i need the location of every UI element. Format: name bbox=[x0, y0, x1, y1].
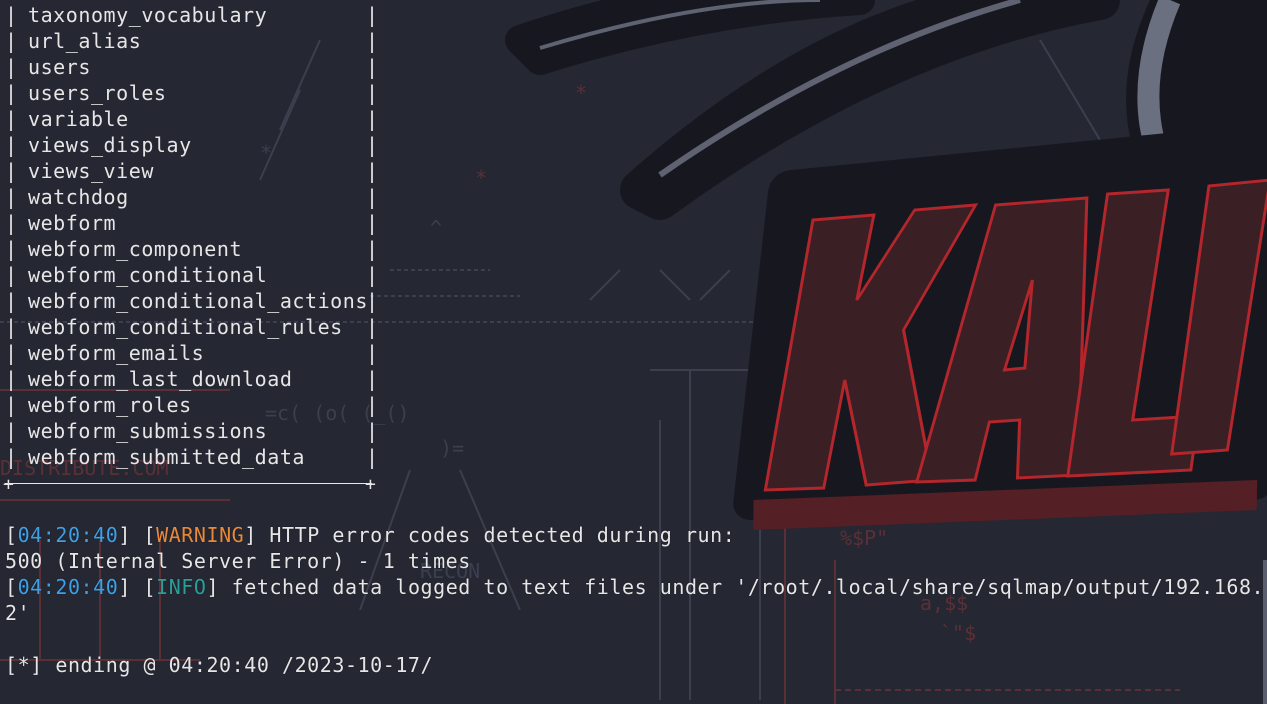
table-pipe-right: | bbox=[366, 289, 379, 313]
table-pipe-right: | bbox=[366, 419, 379, 443]
table-cell-name: url_alias bbox=[28, 29, 142, 53]
table-pipe-left: | bbox=[5, 81, 18, 105]
table-pipe-left: | bbox=[5, 289, 18, 313]
log-line-error-count: 500 (Internal Server Error) - 1 times bbox=[5, 549, 471, 573]
table-row: | variable | bbox=[0, 106, 380, 132]
table-pipe-right: | bbox=[366, 237, 379, 261]
table-cell-name: users bbox=[28, 55, 91, 79]
table-cell-name: webform_conditional bbox=[28, 263, 268, 287]
table-pipe-left: | bbox=[5, 341, 18, 365]
table-pipe-right: | bbox=[366, 107, 379, 131]
table-pipe-right: | bbox=[366, 445, 379, 469]
table-row: | users | bbox=[0, 54, 380, 80]
terminal-scrollbar[interactable] bbox=[1263, 560, 1267, 704]
table-pipe-right: | bbox=[366, 185, 379, 209]
table-pipe-left: | bbox=[5, 3, 18, 27]
table-pipe-left: | bbox=[5, 185, 18, 209]
table-pipe-left: | bbox=[5, 107, 18, 131]
table-row: | views_display | bbox=[0, 132, 380, 158]
table-row: | watchdog | bbox=[0, 184, 380, 210]
table-cell-name: variable bbox=[28, 107, 129, 131]
table-pipe-left: | bbox=[5, 393, 18, 417]
table-pipe-left: | bbox=[5, 419, 18, 443]
table-pipe-right: | bbox=[366, 133, 379, 157]
table-pipe-right: | bbox=[366, 315, 379, 339]
table-pipe-right: | bbox=[366, 341, 379, 365]
table-pipe-right: | bbox=[366, 3, 379, 27]
table-pipe-right: | bbox=[366, 263, 379, 287]
table-pipe-right: | bbox=[366, 81, 379, 105]
table-pipe-left: | bbox=[5, 367, 18, 391]
table-cell-name: webform_last_download bbox=[28, 367, 293, 391]
table-row: | webform_emails | bbox=[0, 340, 380, 366]
table-row: | webform_last_download | bbox=[0, 366, 380, 392]
table-row: | webform_roles | bbox=[0, 392, 380, 418]
table-cell-name: users_roles bbox=[28, 81, 167, 105]
log-line-ending: [*] ending @ 04:20:40 /2023-10-17/ bbox=[5, 653, 434, 677]
table-row: | webform | bbox=[0, 210, 380, 236]
table-pipe-right: | bbox=[366, 159, 379, 183]
log-line-info-wrap: 2' bbox=[5, 601, 31, 625]
table-cell-name: webform_roles bbox=[28, 393, 192, 417]
log-timestamp: 04:20:40 bbox=[17, 575, 119, 599]
table-cell-name: webform_conditional_actions bbox=[28, 289, 368, 313]
table-row: | users_roles | bbox=[0, 80, 380, 106]
table-pipe-left: | bbox=[5, 315, 18, 339]
table-pipe-left: | bbox=[5, 263, 18, 287]
table-corner-left: + bbox=[3, 474, 14, 495]
log-level-info: INFO bbox=[156, 575, 207, 599]
table-row: | webform_submissions | bbox=[0, 418, 380, 444]
table-cell-name: views_view bbox=[28, 159, 154, 183]
table-cell-name: webform_component bbox=[28, 237, 243, 261]
log-line-info: [04:20:40] [INFO] fetched data logged to… bbox=[5, 574, 1267, 600]
table-bottom-border bbox=[5, 483, 372, 484]
table-pipe-right: | bbox=[366, 393, 379, 417]
table-row: | taxonomy_vocabulary | bbox=[0, 2, 380, 28]
table-pipe-left: | bbox=[5, 237, 18, 261]
table-pipe-right: | bbox=[366, 55, 379, 79]
table-pipe-right: | bbox=[366, 211, 379, 235]
table-pipe-left: | bbox=[5, 133, 18, 157]
table-row: | webform_submitted_data | bbox=[0, 444, 380, 470]
table-pipe-right: | bbox=[366, 367, 379, 391]
table-pipe-right: | bbox=[366, 29, 379, 53]
terminal-output: | taxonomy_vocabulary | | url_alias | | users | |… bbox=[0, 0, 1267, 704]
log-timestamp: 04:20:40 bbox=[17, 523, 119, 547]
table-cell-name: webform_emails bbox=[28, 341, 205, 365]
table-row: | views_view | bbox=[0, 158, 380, 184]
table-corner-right: + bbox=[365, 474, 376, 495]
table-pipe-left: | bbox=[5, 29, 18, 53]
log-level-warning: WARNING bbox=[156, 523, 245, 547]
table-cell-name: webform_submissions bbox=[28, 419, 268, 443]
log-message: fetched data logged to text files under … bbox=[219, 575, 1267, 599]
log-message: HTTP error codes detected during run: bbox=[256, 523, 736, 547]
table-cell-name: views_display bbox=[28, 133, 192, 157]
table-cell-name: watchdog bbox=[28, 185, 129, 209]
table-row: | webform_conditional_rules | bbox=[0, 314, 380, 340]
table-cell-name: webform bbox=[28, 211, 117, 235]
table-row: | webform_conditional | bbox=[0, 262, 380, 288]
table-cell-name: taxonomy_vocabulary bbox=[28, 3, 268, 27]
log-line-warning: [04:20:40] [WARNING] HTTP error codes de… bbox=[5, 523, 736, 547]
table-row: | webform_conditional_actions | bbox=[0, 288, 380, 314]
table-pipe-left: | bbox=[5, 211, 18, 235]
table-cell-name: webform_conditional_rules bbox=[28, 315, 343, 339]
table-pipe-left: | bbox=[5, 445, 18, 469]
table-row: | url_alias | bbox=[0, 28, 380, 54]
table-cell-name: webform_submitted_data bbox=[28, 445, 306, 469]
table-pipe-left: | bbox=[5, 55, 18, 79]
table-row: | webform_component | bbox=[0, 236, 380, 262]
table-pipe-left: | bbox=[5, 159, 18, 183]
